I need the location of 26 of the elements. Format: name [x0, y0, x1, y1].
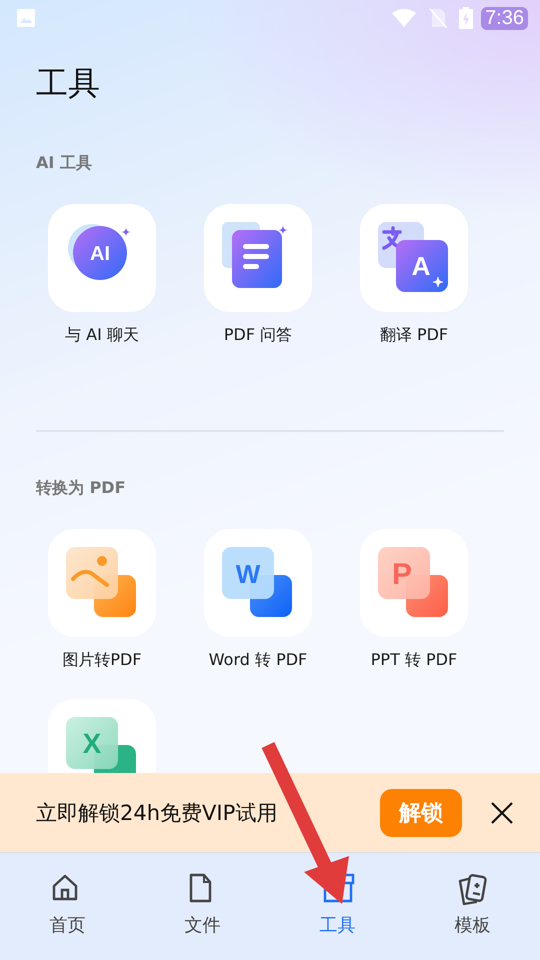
promo-text: 立即解锁24h免费VIP试用: [36, 800, 278, 826]
tool-label: 翻译 PDF: [380, 325, 448, 346]
gallery-icon: [16, 8, 36, 28]
nav-tab[interactable]: 模板: [405, 873, 540, 937]
section-heading: AI 工具: [36, 153, 93, 174]
tool-tile[interactable]: X: [48, 699, 156, 773]
no-sim-icon: [429, 8, 448, 28]
tool-label: PDF 问答: [224, 325, 292, 346]
close-icon[interactable]: [490, 800, 514, 824]
nav-tab[interactable]: 文件: [135, 873, 270, 937]
tool-tile[interactable]: W: [204, 529, 312, 637]
battery-icon: [459, 7, 474, 29]
section-heading: 转换为 PDF: [36, 478, 127, 499]
tool-label: Word 转 PDF: [208, 650, 308, 671]
unlock-button[interactable]: 解锁: [380, 788, 462, 836]
tool-tile[interactable]: [204, 204, 312, 312]
tool-label: 图片转PDF: [62, 650, 142, 671]
nav-tab[interactable]: 首页: [0, 873, 135, 937]
clock-time: 7:36: [481, 6, 528, 30]
wifi-icon: [391, 8, 418, 28]
tool-label: 与 AI 聊天: [65, 325, 139, 346]
tool-tile[interactable]: A: [360, 204, 468, 312]
tool-label: PPT 转 PDF: [370, 650, 458, 671]
page-title: 工具: [35, 63, 101, 104]
tool-tile[interactable]: [48, 529, 156, 637]
tool-tile[interactable]: AI: [48, 204, 156, 312]
